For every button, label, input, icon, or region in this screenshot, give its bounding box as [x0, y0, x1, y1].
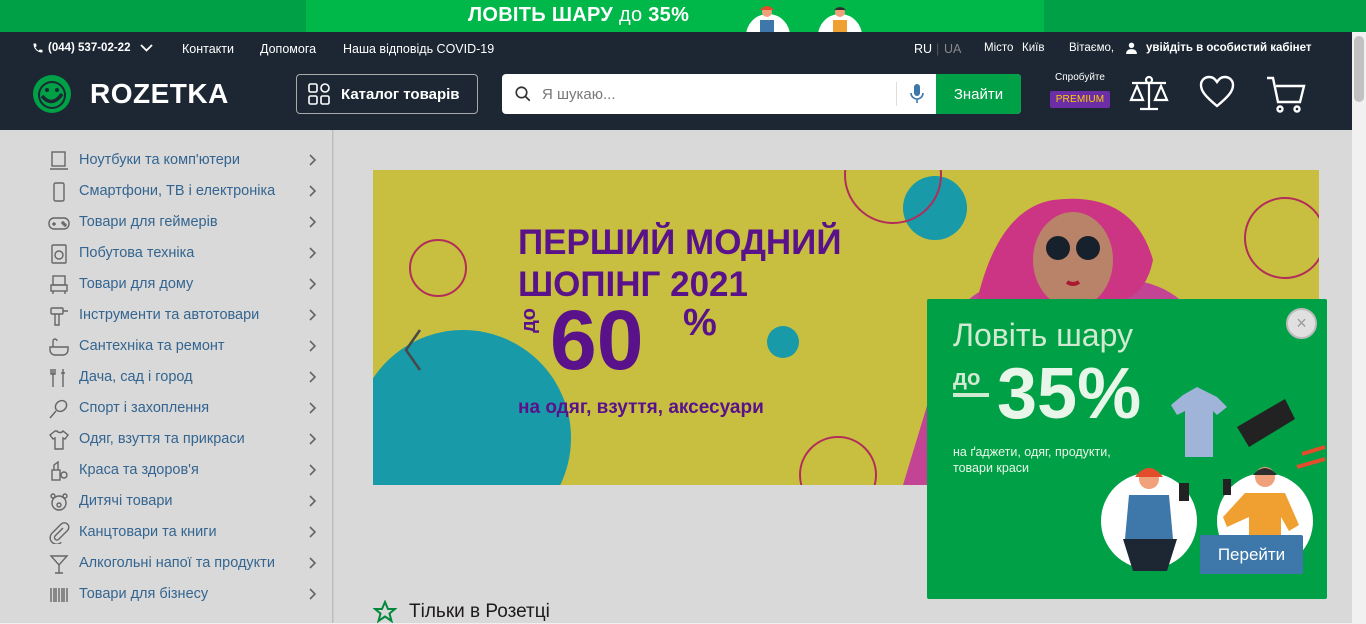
- popup-go-button[interactable]: Перейти: [1200, 535, 1303, 574]
- cart-icon[interactable]: [1265, 74, 1307, 114]
- contacts-link[interactable]: Контакти: [182, 42, 234, 56]
- search-icon: [515, 86, 531, 102]
- modal-backdrop-left[interactable]: [0, 130, 333, 623]
- search-submit-button[interactable]: Знайти: [936, 74, 1021, 114]
- scrollbar-thumb[interactable]: [1354, 36, 1364, 102]
- greeting-text: Вітаємо,: [1069, 42, 1115, 54]
- popup-title: Ловіть шару: [953, 317, 1134, 353]
- phone-icon: [33, 43, 43, 53]
- wishlist-heart-icon[interactable]: [1199, 74, 1235, 112]
- microphone-icon: [909, 84, 924, 103]
- catalog-button[interactable]: Каталог товарів: [296, 74, 478, 114]
- covid-link[interactable]: Наша відповідь COVID-19: [343, 42, 494, 56]
- premium-promo[interactable]: Спробуйте PREMIUM: [1050, 72, 1110, 108]
- search-input[interactable]: [542, 74, 894, 114]
- search-bar: Знайти: [502, 74, 1021, 114]
- chevron-down-icon: [140, 44, 154, 52]
- logo-text: ROZETKA: [90, 78, 229, 109]
- city-selector[interactable]: Київ: [1022, 42, 1044, 54]
- voice-search-button[interactable]: [896, 82, 936, 106]
- premium-try-text: Спробуйте: [1055, 72, 1105, 83]
- popup-do: до: [953, 365, 981, 390]
- lang-ru[interactable]: RU: [914, 42, 932, 56]
- popup-close-button[interactable]: ×: [1286, 308, 1317, 339]
- logo[interactable]: ROZETKA: [32, 74, 229, 114]
- site-header: (044) 537-02-22 Контакти Допомога Наша в…: [0, 32, 1366, 130]
- popup-subtitle: на ґаджети, одяг, продукти, товари краси: [953, 445, 1111, 475]
- user-icon: [1126, 42, 1137, 54]
- grid-icon: [308, 83, 330, 105]
- login-link[interactable]: увійдіть в особистий кабінет: [1125, 41, 1312, 55]
- popup-value: 35%: [997, 354, 1142, 434]
- popup-dash: [953, 393, 989, 397]
- promo-strip[interactable]: ЛОВІТЬ ШАРУ до 35%: [0, 0, 1366, 32]
- compare-scales-icon[interactable]: [1128, 74, 1170, 112]
- lang-ua[interactable]: UA: [944, 42, 961, 56]
- promo-popup: Ловіть шару до 35% на ґаджети, одяг, про…: [927, 299, 1327, 599]
- promo-text: ЛОВІТЬ ШАРУ до 35%: [468, 4, 690, 26]
- rozetka-smile-logo-icon: [33, 75, 71, 113]
- phone-number: (044) 537-02-22: [48, 42, 131, 54]
- phone-dropdown[interactable]: (044) 537-02-22: [32, 42, 154, 54]
- promo-people-illustration: [746, 6, 862, 32]
- premium-badge: PREMIUM: [1050, 91, 1110, 108]
- page-scrollbar[interactable]: [1352, 32, 1366, 623]
- lang-separator: |: [936, 42, 940, 56]
- help-link[interactable]: Допомога: [260, 42, 316, 56]
- header-topline: (044) 537-02-22 Контакти Допомога Наша в…: [0, 32, 1366, 66]
- city-label: Місто: [984, 42, 1014, 54]
